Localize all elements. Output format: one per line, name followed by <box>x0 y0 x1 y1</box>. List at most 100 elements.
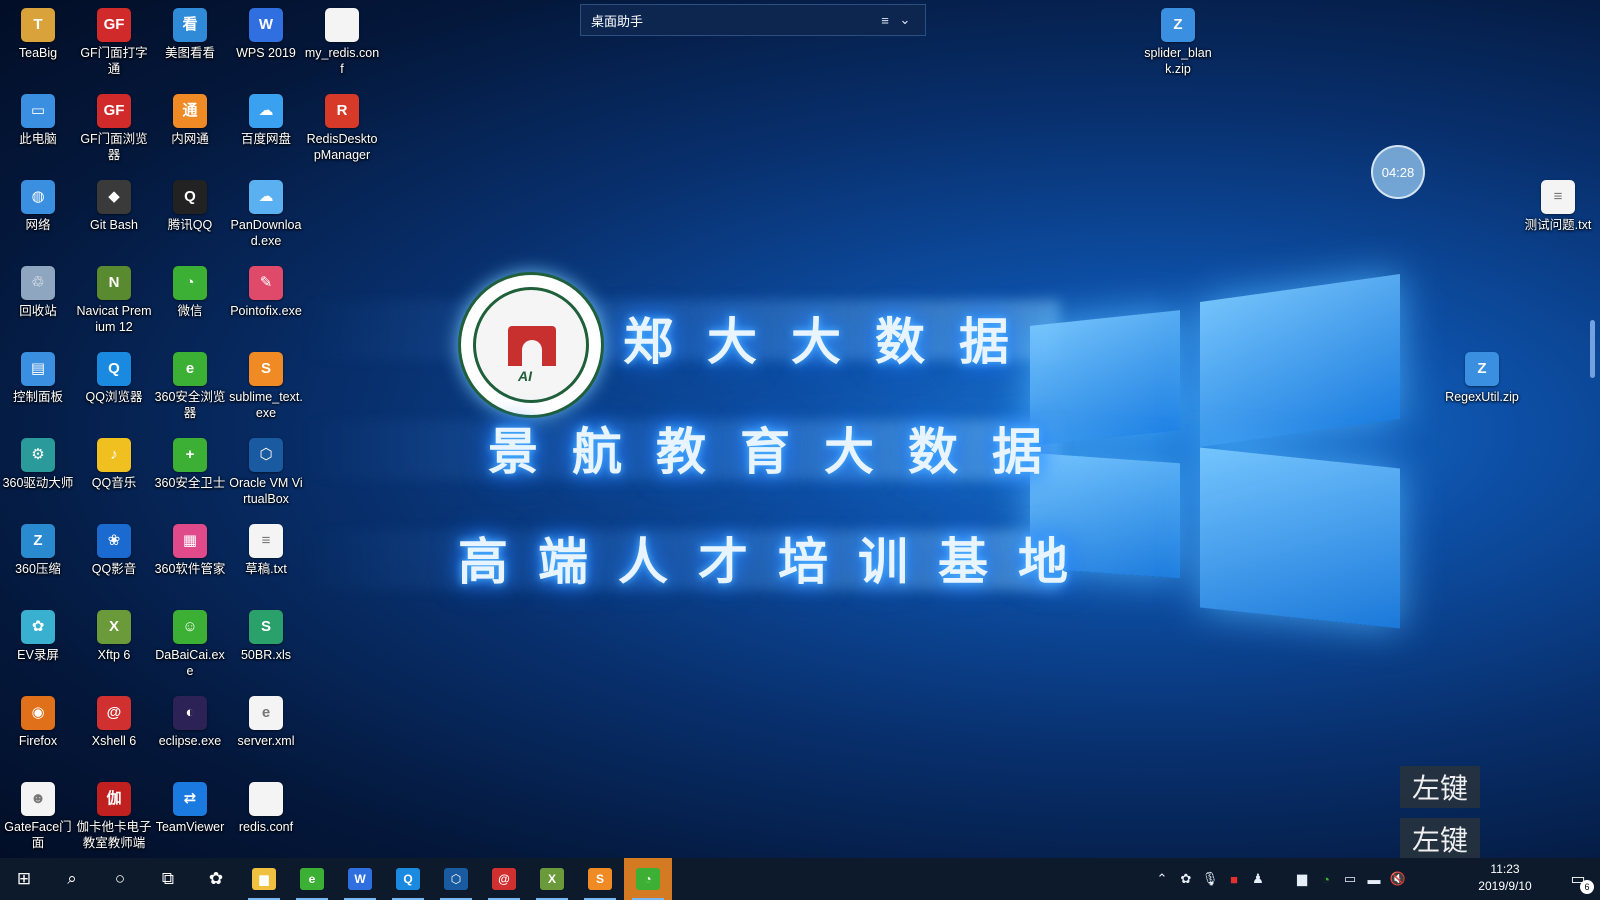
taskbar-app-wechat[interactable]: ◔ <box>624 858 672 900</box>
desktop-icon[interactable]: W WPS 2019 <box>228 4 304 61</box>
desktop-icon-label: my_redis.conf <box>304 46 380 76</box>
desktop-icon-label: 50BR.xls <box>240 648 292 662</box>
desktop-icon[interactable]: ◔ 微信 <box>152 262 228 319</box>
desktop-helper-bar[interactable]: 桌面助手 ≡ ⌄ <box>580 4 926 36</box>
qq-browser-icon: Q <box>396 868 420 890</box>
taskbar-app-wps[interactable]: W <box>336 858 384 900</box>
control-panel-icon: ▤ <box>21 352 55 386</box>
notification-center-button[interactable]: ▭ 6 <box>1556 858 1600 900</box>
keyboard-icon[interactable]: ▆ <box>1290 871 1314 887</box>
desktop-icon-label: 百度网盘 <box>240 132 291 146</box>
desktop-icon[interactable]: R RedisDesktopManager <box>304 90 380 163</box>
network-icon[interactable]: ▭ <box>1338 871 1362 887</box>
taskbar-app-xshell[interactable]: @ <box>480 858 528 900</box>
wechat-icon[interactable]: ◔ <box>1314 872 1338 887</box>
desktop-icon[interactable]: ☻ GateFace门面 <box>0 778 76 851</box>
desktop-icon-label: 伽卡他卡电子教室教师端 <box>76 820 152 850</box>
desktop-icon[interactable]: ✎ Pointofix.exe <box>228 262 304 319</box>
desktop-icon[interactable]: ❀ QQ影音 <box>76 520 152 577</box>
desktop-icon[interactable]: ☁ 百度网盘 <box>228 90 304 147</box>
battery-icon[interactable]: ▬ <box>1362 872 1386 887</box>
desktop-icon[interactable]: 伽伽卡他卡电子教室教师端 <box>76 778 152 851</box>
chevron-up-icon[interactable]: ⌃ <box>1150 871 1174 887</box>
text-file-icon: ≡ <box>249 524 283 558</box>
taskbar-app-qq-browser[interactable]: Q <box>384 858 432 900</box>
desktop-icon[interactable]: Q 腾讯QQ <box>152 176 228 233</box>
desktop-icon[interactable]: redis.conf <box>228 778 304 835</box>
desktop-icon[interactable]: GF GF门面浏览器 <box>76 90 152 163</box>
desktop-icon[interactable]: ☁ PanDownload.exe <box>228 176 304 249</box>
desktop-icon[interactable]: ◐ eclipse.exe <box>152 692 228 749</box>
recording-timer[interactable]: 04:28 <box>1371 145 1425 199</box>
desktop-icon-label: 内网通 <box>171 132 209 146</box>
taskbar-app-360-browser[interactable]: e <box>288 858 336 900</box>
scrollbar-thumb[interactable] <box>1590 320 1595 378</box>
search-button[interactable]: ⌕ <box>48 858 96 900</box>
desktop-icon[interactable]: ▤ 控制面板 <box>0 348 76 405</box>
taskbar-app-file-explorer[interactable]: ▆ <box>240 858 288 900</box>
desktop-icon[interactable]: 看美图看看 <box>152 4 228 61</box>
desktop-icon[interactable]: my_redis.conf <box>304 4 380 77</box>
meitu-viewer-icon: 看 <box>173 8 207 42</box>
desktop-icon[interactable]: ⇄ TeamViewer <box>152 778 228 835</box>
record-icon[interactable]: ■ <box>1222 872 1246 887</box>
desktop-icon[interactable]: ◍ 网络 <box>0 176 76 233</box>
cortana-button[interactable]: ○ <box>96 858 144 900</box>
desktop-icon[interactable]: Zsplider_blank.zip <box>1140 4 1216 77</box>
redis-icon: R <box>325 94 359 128</box>
desktop-icon[interactable]: ≡ 草稿.txt <box>228 520 304 577</box>
desktop-icon[interactable]: Z RegexUtil.zip <box>1444 348 1520 405</box>
menu-icon[interactable]: ≡ <box>875 13 895 28</box>
taskbar-app-sublime[interactable]: S <box>576 858 624 900</box>
desktop-icon-label: 腾讯QQ <box>167 218 213 232</box>
volume-mute-icon[interactable]: 🔇 <box>1386 871 1410 887</box>
desktop-icon[interactable]: ≡ 测试问题.txt <box>1520 176 1596 233</box>
desktop-icon-label: eclipse.exe <box>158 734 222 748</box>
desktop-icon-label: sublime_text.exe <box>229 390 303 420</box>
desktop-icon[interactable]: e server.xml <box>228 692 304 749</box>
desktop-icon[interactable]: T TeaBig <box>0 4 76 61</box>
system-tray: ⌃ ✿ 🎙 ■ ♟ ▆ ◔ ▭ ▬ 🔇 <box>1150 858 1410 900</box>
microphone-icon[interactable]: 🎙 <box>1198 871 1222 887</box>
desktop-icon[interactable]: Ssublime_text.exe <box>228 348 304 421</box>
qq-icon[interactable]: ♟ <box>1246 871 1270 887</box>
desktop-icon[interactable]: Z 360压缩 <box>0 520 76 577</box>
task-view-button[interactable]: ⧉ <box>144 858 192 900</box>
desktop-icon[interactable]: ▭ 此电脑 <box>0 90 76 147</box>
desktop-icon[interactable]: ◆ Git Bash <box>76 176 152 233</box>
app-icon: ✿ <box>208 869 224 888</box>
desktop-icon-label: server.xml <box>237 734 295 748</box>
desktop-icon[interactable]: @ Xshell 6 <box>76 692 152 749</box>
taskbar-app-xftp[interactable]: X <box>528 858 576 900</box>
desktop-icon[interactable]: X Xftp 6 <box>76 606 152 663</box>
desktop-icon-label: WPS 2019 <box>236 46 296 60</box>
clock[interactable]: 11:23 2019/9/10 <box>1466 861 1544 895</box>
qq-browser-icon: Q <box>97 352 131 386</box>
desktop-icon[interactable]: ⬡ Oracle VM VirtualBox <box>228 434 304 507</box>
desktop-icon[interactable]: +360安全卫士 <box>152 434 228 491</box>
taskbar-app-virtualbox[interactable]: ⬡ <box>432 858 480 900</box>
desktop-icon[interactable]: ✿ EV录屏 <box>0 606 76 663</box>
tray-app-icon[interactable]: ✿ <box>1174 871 1198 887</box>
desktop-icon[interactable]: GF GF门面打字通 <box>76 4 152 77</box>
desktop-icon[interactable]: S 50BR.xls <box>228 606 304 663</box>
desktop-icon[interactable]: N Navicat Premium 12 <box>76 262 152 335</box>
desktop-icon[interactable]: ☺ DaBaiCai.exe <box>152 606 228 679</box>
desktop-icon[interactable]: 通内网通 <box>152 90 228 147</box>
desktop-icon[interactable]: ▦ 360软件管家 <box>152 520 228 577</box>
desktop-icon[interactable]: Q QQ浏览器 <box>76 348 152 405</box>
chevron-down-icon[interactable]: ⌄ <box>895 12 915 28</box>
desktop-icon[interactable]: ♪ QQ音乐 <box>76 434 152 491</box>
desktop-icon[interactable]: ◉ Firefox <box>0 692 76 749</box>
desktop-icon[interactable]: ⚙ 360驱动大师 <box>0 434 76 491</box>
pinned-app-button[interactable]: ✿ <box>192 858 240 900</box>
desktop-icon[interactable]: e 360安全浏览器 <box>152 348 228 421</box>
start-button[interactable]: ⊞ <box>0 858 48 900</box>
desktop-icon-label: Oracle VM VirtualBox <box>229 476 303 506</box>
desktop-icon-label: 测试问题.txt <box>1524 218 1592 232</box>
click-hint: 左键 <box>1400 818 1480 860</box>
desktop-icon[interactable]: ♲ 回收站 <box>0 262 76 319</box>
xftp-icon: X <box>540 868 564 890</box>
ev-recorder-icon: ✿ <box>21 610 55 644</box>
xml-file-icon: e <box>249 696 283 730</box>
